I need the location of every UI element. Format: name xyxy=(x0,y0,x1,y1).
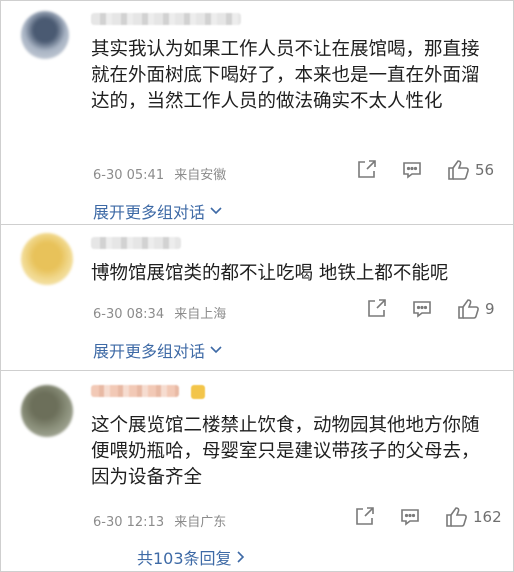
expand-conversation-link[interactable]: 展开更多组对话 xyxy=(93,338,222,362)
comment-date: 6-30 08:34 xyxy=(93,307,165,322)
comment-actions: 9 xyxy=(365,298,495,320)
chevron-down-icon xyxy=(210,346,222,354)
like-button[interactable]: 56 xyxy=(447,159,494,181)
share-button[interactable] xyxy=(365,298,387,320)
comment-button[interactable] xyxy=(401,159,423,181)
comment-date: 6-30 05:41 xyxy=(93,168,165,183)
comment-meta: 6-30 08:34 来自上海 xyxy=(93,303,226,322)
expand-conversation-label: 展开更多组对话 xyxy=(93,203,206,222)
avatar[interactable] xyxy=(21,385,73,437)
like-button[interactable]: 162 xyxy=(445,506,502,528)
comment-meta: 6-30 05:41 来自安徽 xyxy=(93,164,226,183)
comment-card: 这个展览馆二楼禁止饮食，动物园其他地方你随便喂奶瓶哈，母婴室只是建议带孩子的父母… xyxy=(0,370,514,572)
share-icon xyxy=(368,299,386,317)
comment-button[interactable] xyxy=(399,506,421,528)
like-count: 56 xyxy=(475,161,495,179)
thumbs-up-icon xyxy=(458,299,479,319)
like-count: 9 xyxy=(485,300,495,318)
avatar[interactable] xyxy=(21,11,69,59)
comment-icon xyxy=(401,509,419,526)
username-blurred[interactable] xyxy=(91,385,179,397)
thumbs-up-icon xyxy=(448,160,469,180)
comment-text: 其实我认为如果工作人员不让在展馆喝，那直接就在外面树底下喝好了，本来也是一直在外… xyxy=(91,39,480,112)
chevron-right-icon xyxy=(236,551,244,563)
comment-thread: 其实我认为如果工作人员不让在展馆喝，那直接就在外面树底下喝好了，本来也是一直在外… xyxy=(0,0,514,572)
comment-location: 来自广东 xyxy=(174,515,227,530)
comment-icon xyxy=(413,301,431,318)
like-button[interactable]: 9 xyxy=(457,298,495,320)
vip-badge xyxy=(191,385,205,399)
username-blurred[interactable] xyxy=(91,237,181,249)
comment-meta: 6-30 12:13 来自广东 xyxy=(93,511,226,530)
avatar[interactable] xyxy=(21,233,73,285)
expand-conversation-link[interactable]: 展开更多组对话 xyxy=(93,199,222,223)
comment-text: 博物馆展馆类的都不让吃喝 地铁上都不能呢 xyxy=(91,263,449,284)
comment-location: 来自上海 xyxy=(174,307,227,322)
expand-conversation-label: 展开更多组对话 xyxy=(93,342,206,361)
share-button[interactable] xyxy=(355,159,377,181)
comment-card: 博物馆展馆类的都不让吃喝 地铁上都不能呢 6-30 08:34 来自上海 9 展… xyxy=(0,224,514,372)
view-replies-link[interactable]: 共103条回复 xyxy=(137,545,245,569)
comment-date: 6-30 12:13 xyxy=(93,515,165,530)
share-icon xyxy=(356,507,374,525)
comment-actions: 56 xyxy=(355,159,494,181)
like-count: 162 xyxy=(473,508,502,526)
comment-location: 来自安徽 xyxy=(174,168,227,183)
comment-card: 其实我认为如果工作人员不让在展馆喝，那直接就在外面树底下喝好了，本来也是一直在外… xyxy=(0,0,514,226)
share-button[interactable] xyxy=(353,506,375,528)
comment-icon xyxy=(403,162,421,179)
chevron-down-icon xyxy=(210,207,222,215)
comment-actions: 162 xyxy=(353,506,502,528)
comment-button[interactable] xyxy=(411,298,433,320)
thumbs-up-icon xyxy=(446,507,467,527)
share-icon xyxy=(358,160,376,178)
comment-text: 这个展览馆二楼禁止饮食，动物园其他地方你随便喂奶瓶哈，母婴室只是建议带孩子的父母… xyxy=(91,415,480,488)
view-replies-label: 共103条回复 xyxy=(137,549,232,568)
username-blurred[interactable] xyxy=(91,13,241,25)
